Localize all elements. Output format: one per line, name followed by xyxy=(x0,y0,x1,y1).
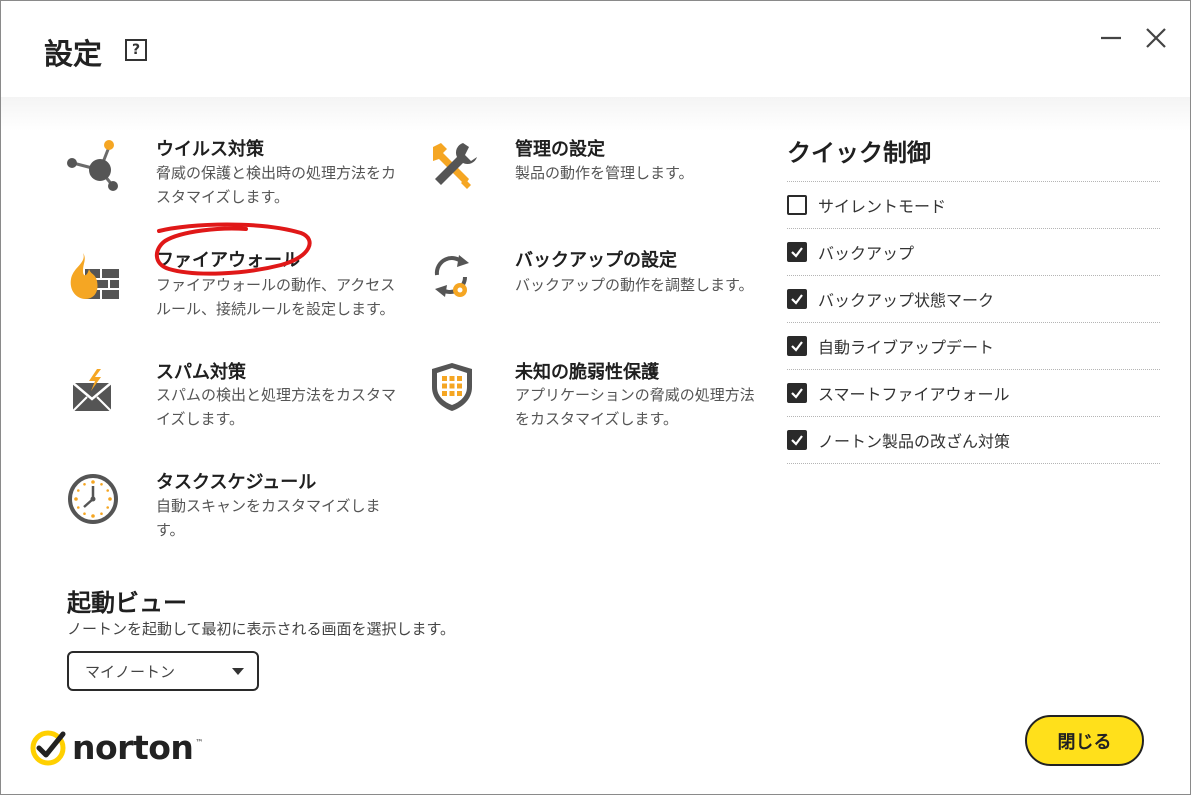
checkbox[interactable] xyxy=(787,430,807,450)
tile-desc: 自動スキャンをカスタマイズします。 xyxy=(156,497,381,539)
logo-trademark: ™ xyxy=(195,738,204,747)
minimize-icon[interactable] xyxy=(1098,25,1124,51)
quick-item-label: ノートン製品の改ざん対策 xyxy=(818,432,1011,451)
tile-desc: ファイアウォールの動作、アクセスルール、接続ルールを設定します。 xyxy=(156,276,396,318)
header-divider xyxy=(1,97,1190,131)
quick-item-label: バックアップ xyxy=(818,244,915,263)
chevron-down-icon xyxy=(232,668,244,675)
quick-controls-title: クイック制御 xyxy=(787,139,931,167)
tile-title: ウイルス対策 xyxy=(156,139,264,160)
tile-title: スパム対策 xyxy=(156,362,246,383)
tile-desc: 製品の動作を管理します。 xyxy=(515,164,694,182)
backup-gear-icon xyxy=(434,255,469,297)
quick-item-backup[interactable]: バックアップ xyxy=(787,229,1160,276)
close-button[interactable]: 閉じる xyxy=(1025,715,1144,766)
quick-item-label: スマートファイアウォール xyxy=(818,385,1010,404)
quick-item-label: 自動ライブアップデート xyxy=(818,338,995,357)
startup-view-title: 起動ビュー xyxy=(67,589,187,617)
select-value: マイノートン xyxy=(85,662,176,681)
shield-grid-icon xyxy=(432,363,472,411)
checkbox[interactable] xyxy=(787,289,807,309)
clock-icon xyxy=(68,474,118,524)
logo-text: norton xyxy=(72,728,194,767)
startup-view-select[interactable]: マイノートン xyxy=(67,651,259,691)
header: 設定 ? xyxy=(1,1,1190,101)
network-nodes-icon xyxy=(67,140,118,191)
tile-title: 未知の脆弱性保護 xyxy=(515,362,659,383)
quick-item-backup-status[interactable]: バックアップ状態マーク xyxy=(787,276,1160,323)
checkbox[interactable] xyxy=(787,383,807,403)
check-icon xyxy=(791,294,803,305)
norton-check-icon xyxy=(30,730,66,765)
quick-controls-list: サイレントモード バックアップ バックアップ状態マーク 自動ライブアップデート … xyxy=(787,181,1160,464)
checkbox[interactable] xyxy=(787,195,807,215)
tile-title: バックアップの設定 xyxy=(515,250,677,271)
tile-desc: 脅威の保護と検出時の処理方法をカスタマイズします。 xyxy=(156,164,397,206)
settings-window: 設定 ? ウイルス対策 脅威の保護と検出時の処理方法をカスタマイズします。 管理… xyxy=(0,0,1191,795)
quick-item-tamper-protection[interactable]: ノートン製品の改ざん対策 xyxy=(787,417,1160,464)
quick-item-label: バックアップ状態マーク xyxy=(818,291,995,310)
spam-mail-icon xyxy=(72,369,112,412)
quick-item-live-update[interactable]: 自動ライブアップデート xyxy=(787,323,1160,370)
checkbox[interactable] xyxy=(787,336,807,356)
startup-view-desc: ノートンを起動して最初に表示される画面を選択します。 xyxy=(67,620,456,638)
check-icon xyxy=(791,247,803,258)
tile-title: 管理の設定 xyxy=(515,139,605,160)
quick-item-silent-mode[interactable]: サイレントモード xyxy=(787,182,1160,229)
firewall-icon xyxy=(70,253,119,299)
quick-item-smart-firewall[interactable]: スマートファイアウォール xyxy=(787,370,1160,417)
tile-title: ファイアウォール xyxy=(156,250,300,271)
tile-title: タスクスケジュール xyxy=(156,472,317,493)
page-title: 設定 xyxy=(44,37,103,71)
check-icon xyxy=(791,435,803,446)
check-icon xyxy=(791,388,803,399)
quick-item-label: サイレントモード xyxy=(818,197,947,216)
checkbox[interactable] xyxy=(787,242,807,262)
tile-desc: バックアップの動作を調整します。 xyxy=(515,276,754,294)
close-icon[interactable] xyxy=(1143,25,1169,51)
tools-icon xyxy=(433,143,477,189)
check-icon xyxy=(791,341,803,352)
tile-desc: アプリケーションの脅威の処理方法をカスタマイズします。 xyxy=(515,386,755,428)
tile-desc: スパムの検出と処理方法をカスタマイズします。 xyxy=(156,386,397,428)
help-button[interactable]: ? xyxy=(125,39,147,61)
norton-logo: norton ™ xyxy=(30,728,203,767)
